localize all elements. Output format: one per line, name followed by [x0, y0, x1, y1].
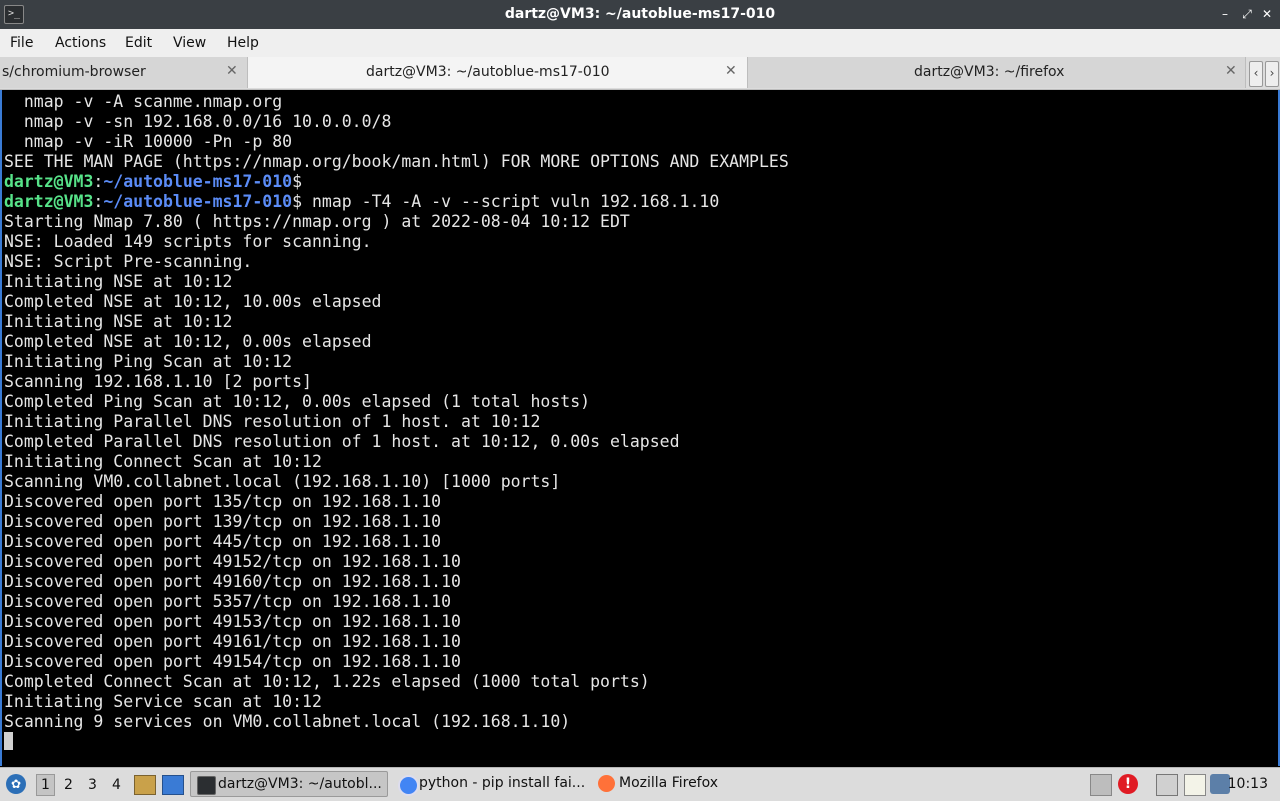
terminal-line: Discovered open port 5357/tcp on 192.168… [4, 592, 452, 611]
window-title: dartz@VM3: ~/autoblue-ms17-010 [504, 6, 776, 22]
menu-help[interactable]: Help [227, 35, 259, 51]
network-icon[interactable] [1090, 774, 1112, 796]
terminal-output[interactable]: Scanning 9 services on VM0.collabnet.loc… [0, 90, 1280, 766]
prompt-colon: : [93, 192, 104, 211]
terminal-line: Discovered open port 139/tcp on 192.168.… [4, 512, 442, 531]
terminal-prompt-line: dartz@VM3:~/autoblue-ms17-010$ [4, 172, 302, 192]
prompt-user: dartz@VM3 [4, 192, 94, 211]
close-icon[interactable]: ✕ [1258, 5, 1276, 23]
tab-label: dartz@VM3: ~/autoblue-ms17-010 [366, 64, 610, 80]
chromium-icon [398, 775, 419, 796]
maximize-icon[interactable]: ⤢ [1238, 5, 1256, 23]
menu-edit[interactable]: Edit [125, 35, 152, 51]
workspace-2[interactable]: 2 [64, 777, 73, 793]
tab-bar: s/chromium-browser ✕ dartz@VM3: ~/autobl… [0, 57, 1280, 90]
prompt-path: ~/autoblue-ms17-010 [103, 172, 293, 191]
start-menu-icon[interactable]: ✿ [6, 774, 26, 794]
display-icon[interactable] [1156, 774, 1178, 796]
terminal-line: Initiating Service scan at 10:12 [4, 692, 322, 711]
terminal-line: Initiating Connect Scan at 10:12 [4, 452, 322, 471]
terminal-line: nmap -v -A scanme.nmap.org [4, 92, 283, 111]
terminal-line: Completed Connect Scan at 10:12, 1.22s e… [4, 672, 650, 691]
terminal-line: nmap -v -iR 10000 -Pn -p 80 [4, 132, 293, 151]
tab-chromium-browser[interactable]: s/chromium-browser ✕ [0, 57, 248, 88]
terminal-line: Discovered open port 49160/tcp on 192.16… [4, 572, 461, 591]
terminal-line: Discovered open port 49153/tcp on 192.16… [4, 612, 461, 631]
clipboard-icon[interactable] [1184, 774, 1206, 796]
tab-close-icon[interactable]: ✕ [226, 63, 238, 79]
terminal-line: Initiating Ping Scan at 10:12 [4, 352, 293, 371]
task-firefox[interactable]: Mozilla Firefox [592, 771, 762, 797]
prompt-user: dartz@VM3 [4, 172, 94, 191]
task-label: dartz@VM3: ~/autobl... [218, 776, 382, 792]
terminal-line: Discovered open port 135/tcp on 192.168.… [4, 492, 442, 511]
tab-autoblue[interactable]: dartz@VM3: ~/autoblue-ms17-010 ✕ [248, 57, 748, 88]
terminal-line: Completed NSE at 10:12, 10.00s elapsed [4, 292, 382, 311]
task-terminal[interactable]: dartz@VM3: ~/autobl... [190, 771, 388, 797]
workspace-1[interactable]: 1 [36, 774, 55, 796]
terminal-line: nmap -v -sn 192.168.0.0/16 10.0.0.0/8 [4, 112, 392, 131]
terminal-line: Completed NSE at 10:12, 0.00s elapsed [4, 332, 372, 351]
tab-close-icon[interactable]: ✕ [725, 63, 737, 79]
tab-scroll-right-icon[interactable]: › [1265, 61, 1279, 87]
terminal-icon [197, 776, 216, 795]
terminal-line: Scanning VM0.collabnet.local (192.168.1.… [4, 472, 561, 491]
file-manager-icon[interactable] [134, 775, 156, 795]
task-chromium[interactable]: python - pip install fai... [392, 771, 588, 797]
workspace-3[interactable]: 3 [88, 777, 97, 793]
menu-view[interactable]: View [173, 35, 206, 51]
tab-firefox[interactable]: dartz@VM3: ~/firefox ✕ [748, 57, 1246, 88]
menu-bar: File Actions Edit View Help [0, 29, 1280, 58]
prompt-path: ~/autoblue-ms17-010 [103, 192, 293, 211]
terminal-line: Scanning 192.168.1.10 [2 ports] [4, 372, 312, 391]
terminal-line: Initiating Parallel DNS resolution of 1 … [4, 412, 541, 431]
terminal-line: Starting Nmap 7.80 ( https://nmap.org ) … [4, 212, 630, 231]
prompt-command: nmap -T4 -A -v --script vuln 192.168.1.1… [302, 192, 720, 211]
task-label: Mozilla Firefox [619, 775, 719, 791]
terminal-line: Completed Ping Scan at 10:12, 0.00s elap… [4, 392, 591, 411]
minimize-icon[interactable]: – [1216, 5, 1234, 23]
tab-close-icon[interactable]: ✕ [1225, 63, 1237, 79]
prompt-sign: $ [292, 192, 303, 211]
terminal-cursor [4, 732, 13, 750]
terminal-line: Discovered open port 49154/tcp on 192.16… [4, 652, 461, 671]
terminal-line: Completed Parallel DNS resolution of 1 h… [4, 432, 680, 451]
terminal-line: Discovered open port 445/tcp on 192.168.… [4, 532, 442, 551]
window-titlebar: >_ dartz@VM3: ~/autoblue-ms17-010 – ⤢ ✕ [0, 0, 1280, 29]
firefox-icon [598, 775, 615, 792]
terminal-line: Initiating NSE at 10:12 [4, 312, 233, 331]
tab-label: dartz@VM3: ~/firefox [914, 64, 1065, 80]
workspace-4[interactable]: 4 [112, 777, 121, 793]
terminal-line: Scanning 9 services on VM0.collabnet.loc… [4, 712, 571, 731]
terminal-line: NSE: Loaded 149 scripts for scanning. [4, 232, 372, 251]
taskbar: ✿ 1 2 3 4 dartz@VM3: ~/autobl... python … [0, 767, 1280, 801]
tab-label: s/chromium-browser [2, 64, 146, 80]
menu-file[interactable]: File [10, 35, 33, 51]
task-label: python - pip install fai... [419, 775, 586, 791]
terminal-line: Initiating NSE at 10:12 [4, 272, 233, 291]
clock: 10:13 [1227, 776, 1268, 792]
show-desktop-icon[interactable] [162, 775, 184, 795]
terminal-line: SEE THE MAN PAGE (https://nmap.org/book/… [4, 152, 789, 171]
terminal-line: Discovered open port 49161/tcp on 192.16… [4, 632, 461, 651]
tab-scroll-left-icon[interactable]: ‹ [1249, 61, 1263, 87]
terminal-prompt-line: dartz@VM3:~/autoblue-ms17-010$ nmap -T4 … [4, 192, 719, 212]
prompt-sign: $ [292, 172, 303, 191]
alert-icon[interactable]: ! [1118, 774, 1138, 794]
terminal-line: NSE: Script Pre-scanning. [4, 252, 253, 271]
menu-actions[interactable]: Actions [55, 35, 106, 51]
terminal-line: Discovered open port 49152/tcp on 192.16… [4, 552, 461, 571]
prompt-colon: : [93, 172, 104, 191]
